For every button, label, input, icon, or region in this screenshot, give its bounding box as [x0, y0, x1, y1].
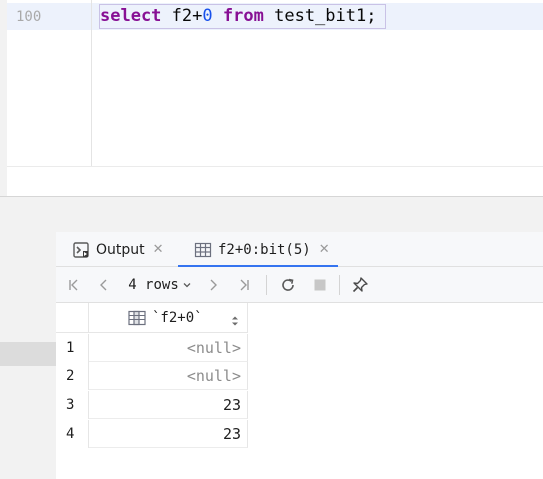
rows-count-label: 4 rows [128, 277, 179, 293]
data-cell[interactable]: <null> [89, 334, 248, 362]
table-row[interactable]: 4 23 [56, 420, 248, 448]
grid-header: `f2+0` [56, 303, 248, 333]
row-number: 2 [56, 362, 89, 390]
table-name: test_bit1 [274, 6, 367, 26]
row-number: 3 [56, 391, 89, 419]
toolbar-separator [339, 275, 340, 295]
number-literal: 0 [202, 6, 213, 26]
line-number: 100 [16, 9, 42, 25]
results-toolbar: 4 rows [56, 267, 543, 303]
grid-corner[interactable] [56, 303, 89, 333]
chevron-down-icon [182, 280, 192, 290]
selected-row-marker [0, 342, 56, 366]
table-row[interactable]: 2 <null> [56, 362, 248, 390]
next-page-icon[interactable] [203, 267, 223, 303]
last-page-icon[interactable] [233, 267, 255, 303]
editor-bottom-divider [7, 166, 543, 167]
gutter-divider [91, 0, 92, 166]
plus-operator: + [192, 6, 203, 26]
tab-output[interactable]: Output ✕ [72, 232, 164, 267]
rows-count-dropdown[interactable]: 4 rows [126, 267, 194, 303]
pin-icon[interactable] [349, 267, 371, 303]
semicolon: ; [366, 6, 377, 26]
console-icon [72, 241, 90, 259]
editor-left-strip [0, 0, 7, 196]
column-header[interactable]: `f2+0` [89, 303, 248, 333]
results-tab-bar: Output ✕ f2+0:bit(5) ✕ [56, 232, 543, 267]
prev-page-icon[interactable] [94, 267, 114, 303]
first-page-icon[interactable] [64, 267, 84, 303]
tab-result[interactable]: f2+0:bit(5) ✕ [194, 232, 330, 267]
row-number: 4 [56, 420, 89, 448]
keyword-select: select [100, 6, 162, 26]
table-row[interactable]: 3 23 [56, 391, 248, 419]
sql-editor[interactable]: 100 select f2+0 from test_bit1; [0, 0, 543, 196]
table-icon [194, 241, 212, 259]
table-row[interactable]: 1 <null> [56, 334, 248, 362]
toolbar-separator [266, 275, 267, 295]
panel-splitter[interactable] [0, 196, 543, 232]
sort-icon[interactable] [231, 312, 239, 331]
tab-result-label: f2+0:bit(5) [218, 241, 311, 258]
field-name: f2 [171, 6, 193, 26]
column-icon [128, 310, 146, 326]
code-line[interactable]: select f2+0 from test_bit1; [100, 5, 376, 28]
stop-icon[interactable] [309, 267, 331, 303]
close-icon[interactable]: ✕ [153, 242, 164, 257]
column-title: `f2+0` [152, 310, 203, 326]
results-panel: Output ✕ f2+0:bit(5) ✕ 4 rows `f2+0` 1 <… [0, 232, 543, 479]
data-cell[interactable]: <null> [89, 362, 248, 390]
keyword-from: from [222, 6, 264, 26]
refresh-icon[interactable] [277, 267, 299, 303]
row-number: 1 [56, 334, 89, 362]
data-cell[interactable]: 23 [89, 420, 248, 448]
close-icon[interactable]: ✕ [319, 242, 330, 257]
tab-output-label: Output [96, 241, 145, 258]
data-cell[interactable]: 23 [89, 391, 248, 419]
